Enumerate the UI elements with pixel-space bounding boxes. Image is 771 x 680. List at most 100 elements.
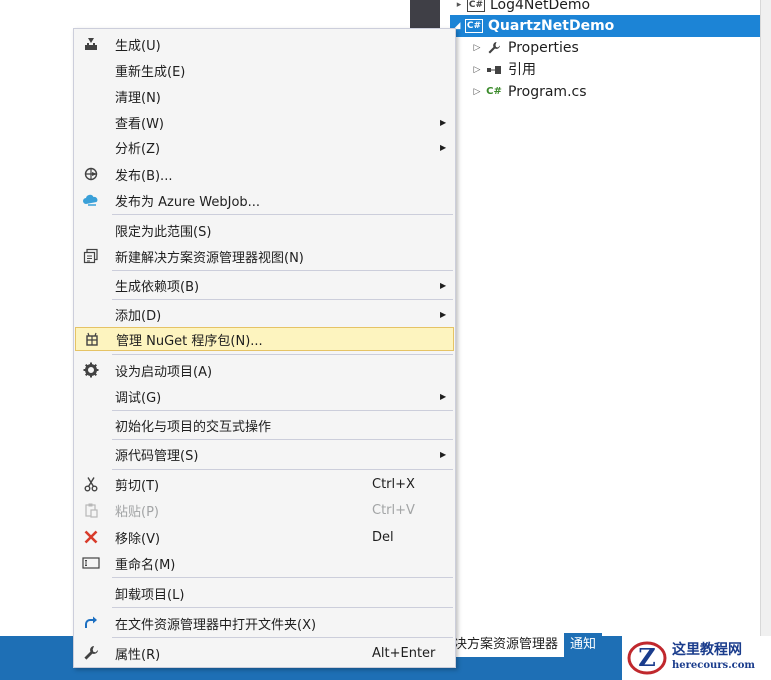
menu-item-remove[interactable]: 移除(V) Del xyxy=(75,525,454,549)
menu-item-label: 初始化与项目的交互式操作 xyxy=(115,419,272,435)
submenu-arrow-icon: ▶ xyxy=(440,391,447,401)
watermark-title: 这里教程网 xyxy=(672,642,742,658)
menu-item-view[interactable]: 查看(W) ▶ xyxy=(75,110,454,134)
build-icon xyxy=(75,36,107,52)
menu-separator xyxy=(112,637,453,638)
menu-item-properties[interactable]: 属性(R) Alt+Enter xyxy=(75,641,454,665)
tree-item-log4netdemo[interactable]: ▸ C# Log4NetDemo xyxy=(452,0,752,16)
shortcut-label: Alt+Enter xyxy=(372,645,436,661)
tree-item-label: Log4NetDemo xyxy=(490,0,591,13)
menu-item-label: 查看(W) xyxy=(115,116,164,132)
menu-item-rename[interactable]: 重命名(M) xyxy=(75,551,454,575)
tree-item-program-cs[interactable]: ▷ C# Program.cs xyxy=(470,81,587,103)
menu-item-source-control[interactable]: 源代码管理(S) ▶ xyxy=(75,442,454,466)
menu-item-label: 属性(R) xyxy=(115,647,161,663)
paste-icon xyxy=(75,502,107,518)
menu-item-paste[interactable]: 粘贴(P) Ctrl+V xyxy=(75,498,454,522)
menu-item-new-explorer-view[interactable]: 新建解决方案资源管理器视图(N) xyxy=(75,244,454,268)
wrench-icon xyxy=(75,645,107,661)
tree-item-references[interactable]: ▷ 引用 xyxy=(470,59,536,81)
menu-item-add[interactable]: 添加(D) ▶ xyxy=(75,302,454,326)
menu-separator xyxy=(112,607,453,608)
menu-item-label: 发布(B)... xyxy=(115,168,173,184)
menu-item-publish[interactable]: 发布(B)... xyxy=(75,162,454,186)
menu-item-analyze[interactable]: 分析(Z) ▶ xyxy=(75,135,454,159)
menu-item-cut[interactable]: 剪切(T) Ctrl+X xyxy=(75,472,454,496)
expander-icon[interactable]: ▷ xyxy=(470,81,484,103)
tab-solution-explorer[interactable]: 决方案资源管理器 xyxy=(448,633,565,657)
refresh-arrow-icon xyxy=(75,615,107,631)
expander-icon[interactable]: ▸ xyxy=(452,0,466,16)
menu-item-label: 剪切(T) xyxy=(115,478,160,494)
menu-item-interactive-init[interactable]: 初始化与项目的交互式操作 xyxy=(75,413,454,437)
menu-item-label: 源代码管理(S) xyxy=(115,448,199,464)
menu-item-label: 粘贴(P) xyxy=(115,504,159,520)
shortcut-label: Ctrl+V xyxy=(372,502,415,518)
menu-item-label: 清理(N) xyxy=(115,90,161,106)
azure-cloud-icon xyxy=(75,193,107,207)
project-context-menu: 生成(U) 重新生成(E) 清理(N) 查看(W) ▶ 分析(Z) ▶ 发布(B… xyxy=(73,28,456,668)
menu-separator xyxy=(112,469,453,470)
tree-item-properties[interactable]: ▷ Properties xyxy=(470,37,579,59)
menu-item-manage-nuget[interactable]: 管理 NuGet 程序包(N)... xyxy=(75,327,454,351)
menu-item-label: 生成(U) xyxy=(115,38,161,54)
menu-item-label: 重新生成(E) xyxy=(115,64,186,80)
menu-item-label: 调试(G) xyxy=(115,390,162,406)
menu-separator xyxy=(112,410,453,411)
menu-item-label: 移除(V) xyxy=(115,531,161,547)
watermark-text: 这里教程网 herecours.com xyxy=(672,642,755,674)
menu-item-label: 新建解决方案资源管理器视图(N) xyxy=(115,250,304,266)
menu-item-build[interactable]: 生成(U) xyxy=(75,32,454,56)
menu-item-label: 管理 NuGet 程序包(N)... xyxy=(116,333,263,349)
vertical-scrollbar[interactable] xyxy=(760,0,771,636)
menu-item-label: 设为启动项目(A) xyxy=(115,364,213,380)
submenu-arrow-icon: ▶ xyxy=(440,449,447,459)
menu-item-label: 重命名(M) xyxy=(115,557,176,573)
tree-item-label: Program.cs xyxy=(508,84,587,100)
menu-item-label: 添加(D) xyxy=(115,308,162,324)
menu-item-label: 生成依赖项(B) xyxy=(115,279,200,295)
menu-item-unload-project[interactable]: 卸载项目(L) xyxy=(75,581,454,605)
expander-icon[interactable]: ▷ xyxy=(470,37,484,59)
rename-icon xyxy=(75,556,107,570)
menu-item-open-in-explorer[interactable]: 在文件资源管理器中打开文件夹(X) xyxy=(75,611,454,635)
submenu-arrow-icon: ▶ xyxy=(440,142,447,152)
csharp-project-icon: C# xyxy=(464,19,484,33)
menu-item-debug[interactable]: 调试(G) ▶ xyxy=(75,384,454,408)
watermark-url: herecours.com xyxy=(672,660,756,671)
menu-item-label: 发布为 Azure WebJob... xyxy=(115,194,261,210)
csharp-file-icon: C# xyxy=(486,86,502,97)
menu-item-clean[interactable]: 清理(N) xyxy=(75,84,454,108)
menu-item-label: 卸载项目(L) xyxy=(115,587,185,603)
site-watermark: Z 这里教程网 herecours.com xyxy=(622,636,771,680)
menu-item-label: 分析(Z) xyxy=(115,141,161,157)
menu-item-scope-to-this[interactable]: 限定为此范围(S) xyxy=(75,218,454,242)
nuget-package-icon xyxy=(76,331,108,347)
submenu-arrow-icon: ▶ xyxy=(440,117,447,127)
shortcut-label: Ctrl+X xyxy=(372,476,415,492)
wrench-icon xyxy=(484,41,504,55)
menu-separator xyxy=(112,439,453,440)
references-icon xyxy=(484,65,504,75)
scissors-icon xyxy=(75,476,107,492)
menu-item-set-startup-project[interactable]: 设为启动项目(A) xyxy=(75,358,454,382)
publish-globe-icon xyxy=(75,166,107,182)
submenu-arrow-icon: ▶ xyxy=(440,280,447,290)
menu-separator xyxy=(112,354,453,355)
menu-item-label: 在文件资源管理器中打开文件夹(X) xyxy=(115,617,317,633)
menu-separator xyxy=(112,299,453,300)
tree-item-label: Properties xyxy=(508,40,579,56)
tree-item-label: QuartzNetDemo xyxy=(488,18,615,34)
tree-item-quartznetdemo[interactable]: ◢ C# QuartzNetDemo xyxy=(450,15,760,37)
expander-icon[interactable]: ▷ xyxy=(470,59,484,81)
menu-item-rebuild[interactable]: 重新生成(E) xyxy=(75,58,454,82)
tree-item-label: 引用 xyxy=(508,62,536,78)
menu-separator xyxy=(112,270,453,271)
tab-notifications[interactable]: 通知 xyxy=(564,633,603,657)
menu-item-build-dependencies[interactable]: 生成依赖项(B) ▶ xyxy=(75,273,454,297)
menu-item-label: 限定为此范围(S) xyxy=(115,224,212,240)
menu-separator xyxy=(112,577,453,578)
menu-item-publish-azure-webjob[interactable]: 发布为 Azure WebJob... xyxy=(75,188,454,212)
submenu-arrow-icon: ▶ xyxy=(440,309,447,319)
svg-text:Z: Z xyxy=(638,643,656,672)
